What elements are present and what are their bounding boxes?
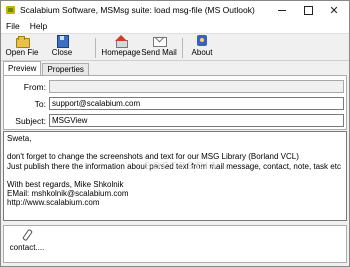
send-mail-label: Send Mail [141,48,177,57]
paperclip-icon [22,229,32,241]
toolbar: Open Fie Close Homepage Send Mail About [1,34,349,61]
open-file-button[interactable]: Open Fie [5,35,39,60]
to-label: To: [34,99,46,109]
menu-bar: File Help [1,19,349,34]
attachments-panel: contact.... [3,225,347,263]
about-label: About [191,48,213,57]
header-panel: From: To: support@scalabium.com Subject:… [3,75,347,130]
toolbar-separator [95,38,96,58]
tab-strip: Preview Properties [3,61,90,75]
app-icon [6,5,16,15]
folder-open-icon [15,35,30,48]
about-button[interactable]: About [187,35,217,60]
title-bar: Scalabium Software, MSMsg suite: load ms… [1,1,349,19]
from-field[interactable] [49,80,344,93]
tab-preview[interactable]: Preview [3,61,42,75]
app-window: Scalabium Software, MSMsg suite: load ms… [0,0,350,267]
homepage-label: Homepage [101,48,141,57]
menu-help[interactable]: Help [25,21,52,31]
body-line: EMail: mshkolnik@scalabium.com [7,189,129,199]
menu-file[interactable]: File [1,21,25,31]
homepage-button[interactable]: Homepage [99,35,143,60]
message-body[interactable]: Sweta, don't forget to change the screen… [3,131,347,221]
send-mail-button[interactable]: Send Mail [141,35,177,60]
home-icon [114,35,128,48]
body-line [7,143,343,152]
close-window-button[interactable]: ✕ [321,1,347,19]
maximize-button[interactable] [295,1,321,19]
subject-label: Subject: [15,116,46,126]
body-line: http://www.scalabium.com [7,198,100,208]
watermark: SOFTPEDIA [144,161,219,172]
mail-icon [152,35,167,47]
open-file-label: Open Fie [5,48,39,57]
body-line: Sweta, [7,134,32,143]
attachment-label: contact.... [9,243,45,252]
body-line [7,171,343,180]
toolbar-separator [182,38,183,58]
to-field[interactable]: support@scalabium.com [49,97,344,110]
about-icon [195,35,209,47]
body-line: With best regards, Mike Shkolnik [7,179,124,189]
close-button[interactable]: Close [47,35,77,60]
attachment-item[interactable]: contact.... [9,229,45,252]
close-label: Close [51,48,73,57]
window-title: Scalabium Software, MSMsg suite: load ms… [20,5,255,15]
close-file-icon [55,35,69,48]
tab-properties[interactable]: Properties [42,63,89,75]
subject-field[interactable]: MSGView [49,114,344,127]
minimize-button[interactable] [269,1,295,19]
from-label: From: [23,82,46,92]
